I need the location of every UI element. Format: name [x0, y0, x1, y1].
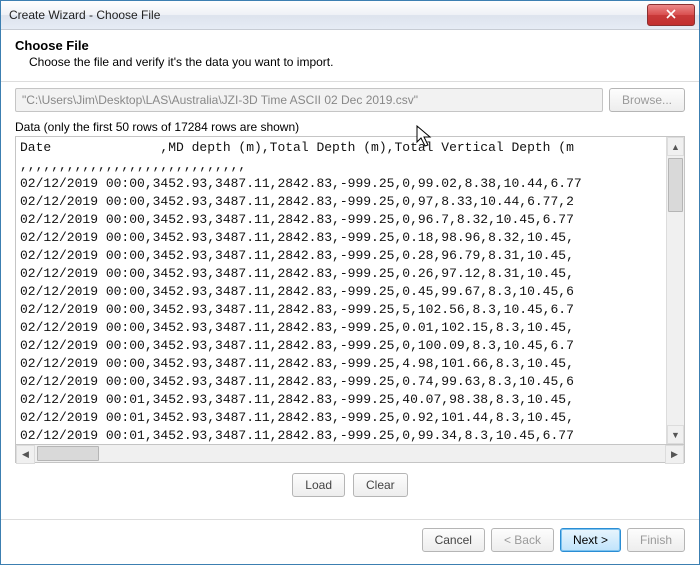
file-path-input[interactable]: "C:\Users\Jim\Desktop\LAS\Australia\JZI-… [15, 88, 603, 112]
scroll-right-icon[interactable]: ▶ [665, 445, 684, 464]
scroll-left-icon[interactable]: ◀ [16, 445, 35, 464]
close-button[interactable] [647, 4, 695, 26]
data-caption: Data (only the first 50 rows of 17284 ro… [15, 120, 685, 134]
horizontal-scroll-track[interactable] [35, 445, 665, 462]
back-button[interactable]: < Back [491, 528, 554, 552]
horizontal-scroll-thumb[interactable] [37, 446, 99, 461]
finish-button[interactable]: Finish [627, 528, 685, 552]
titlebar[interactable]: Create Wizard - Choose File [1, 1, 699, 30]
next-button[interactable]: Next > [560, 528, 621, 552]
browse-button[interactable]: Browse... [609, 88, 685, 112]
data-preview: Date ,MD depth (m),Total Depth (m),Total… [15, 136, 685, 445]
vertical-scroll-thumb[interactable] [668, 158, 683, 212]
horizontal-scrollbar[interactable]: ◀ ▶ [15, 445, 685, 463]
wizard-footer: Cancel < Back Next > Finish [1, 519, 699, 564]
body: "C:\Users\Jim\Desktop\LAS\Australia\JZI-… [1, 82, 699, 519]
vertical-scrollbar[interactable]: ▲ ▼ [666, 137, 684, 444]
file-row: "C:\Users\Jim\Desktop\LAS\Australia\JZI-… [15, 88, 685, 112]
page-title: Choose File [15, 38, 685, 53]
scroll-up-icon[interactable]: ▲ [667, 137, 684, 156]
preview-actions: Load Clear [15, 463, 685, 509]
cancel-button[interactable]: Cancel [422, 528, 485, 552]
page-header: Choose File Choose the file and verify i… [1, 30, 699, 81]
vertical-scroll-track[interactable] [667, 156, 684, 425]
load-button[interactable]: Load [292, 473, 345, 497]
clear-button[interactable]: Clear [353, 473, 408, 497]
page-subtitle: Choose the file and verify it's the data… [15, 55, 685, 69]
scroll-down-icon[interactable]: ▼ [667, 425, 684, 444]
data-preview-text[interactable]: Date ,MD depth (m),Total Depth (m),Total… [16, 137, 666, 444]
window-title: Create Wizard - Choose File [1, 8, 647, 22]
close-icon [666, 9, 676, 22]
wizard-window: Create Wizard - Choose File Choose File … [0, 0, 700, 565]
